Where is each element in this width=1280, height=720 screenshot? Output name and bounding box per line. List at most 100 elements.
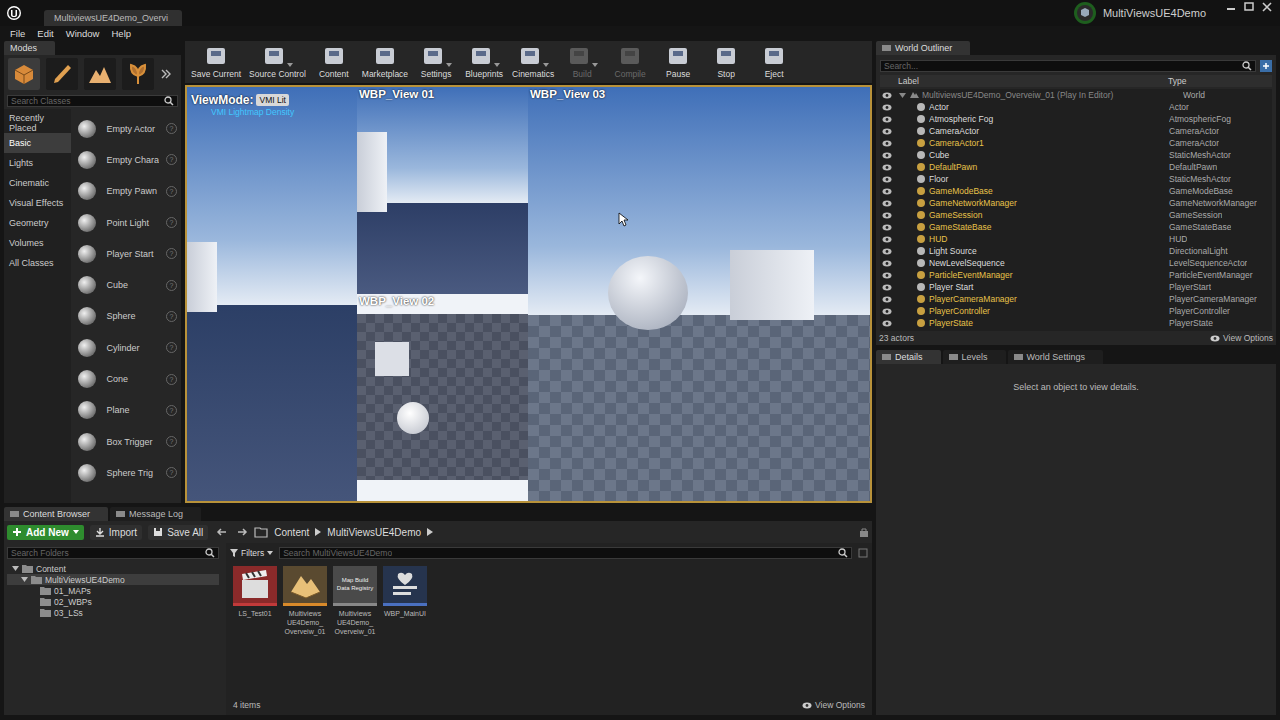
maximize-icon[interactable] xyxy=(1242,2,1256,12)
dropdown-arrow-icon[interactable] xyxy=(543,63,549,67)
save-search-icon[interactable] xyxy=(858,548,868,558)
toolbar-button[interactable]: Settings xyxy=(413,45,459,79)
actor-row[interactable]: CameraActor CameraActor xyxy=(880,125,1272,137)
placeable-item[interactable]: Plane ? xyxy=(71,395,181,426)
visibility-icon[interactable] xyxy=(882,164,892,171)
visibility-icon[interactable] xyxy=(882,128,892,135)
visibility-icon[interactable] xyxy=(882,212,892,219)
folder-search[interactable]: Search Folders xyxy=(7,547,219,559)
expand-arrow-icon[interactable] xyxy=(30,587,37,594)
folder-node[interactable]: 02_WBPs xyxy=(7,596,219,607)
details-tab[interactable]: Levels xyxy=(943,350,1006,364)
actor-row[interactable]: GameSession GameSession xyxy=(880,209,1272,221)
actor-row[interactable]: Floor StaticMeshActor xyxy=(880,173,1272,185)
world-outliner-tab[interactable]: World Outliner xyxy=(876,41,970,55)
actor-row[interactable]: PlayerController PlayerController xyxy=(880,305,1272,317)
category-item[interactable]: Basic xyxy=(4,133,71,153)
placeable-item[interactable]: Empty Pawn ? xyxy=(71,176,181,207)
filters-button[interactable]: Filters xyxy=(230,548,273,558)
category-item[interactable]: Lights xyxy=(4,153,71,173)
details-tab[interactable]: Details xyxy=(876,350,941,364)
foliage-mode-button[interactable] xyxy=(122,58,154,90)
expand-arrow-icon[interactable] xyxy=(21,576,28,583)
help-icon[interactable]: ? xyxy=(166,311,177,322)
actor-row[interactable]: HUD HUD xyxy=(880,233,1272,245)
toolbar-button[interactable]: Compile xyxy=(607,45,653,79)
folder-node[interactable]: 03_LSs xyxy=(7,607,219,618)
save-all-button[interactable]: Save All xyxy=(148,525,208,540)
visibility-icon[interactable] xyxy=(882,284,892,291)
actor-row[interactable]: Actor Actor xyxy=(880,101,1272,113)
visibility-icon[interactable] xyxy=(882,152,892,159)
forward-icon[interactable] xyxy=(236,526,248,538)
actor-row[interactable]: DefaultPawn DefaultPawn xyxy=(880,161,1272,173)
visibility-icon[interactable] xyxy=(882,320,892,327)
toolbar-button[interactable]: Stop xyxy=(703,45,749,79)
outliner-search[interactable]: Search... xyxy=(880,60,1256,72)
expand-arrow-icon[interactable] xyxy=(12,565,19,572)
path-crumb[interactable]: Content xyxy=(274,527,309,538)
asset-tile[interactable]: MultiviewsUE4Demo_Overveiw_01 xyxy=(283,566,327,636)
toolbar-button[interactable]: Pause xyxy=(655,45,701,79)
folder-node[interactable]: Content xyxy=(7,563,219,574)
placeable-item[interactable]: Cone ? xyxy=(71,363,181,394)
actor-row[interactable]: Player Start PlayerStart xyxy=(880,281,1272,293)
viewmode-button[interactable]: VMI Lit xyxy=(256,94,288,106)
placeable-item[interactable]: Empty Actor ? xyxy=(71,113,181,144)
dropdown-arrow-icon[interactable] xyxy=(494,63,500,67)
toolbar-button[interactable]: Content xyxy=(311,45,357,79)
details-tab[interactable]: World Settings xyxy=(1008,350,1103,364)
actor-row[interactable]: NewLevelSequence LevelSequenceActor xyxy=(880,257,1272,269)
view-options-button[interactable]: View Options xyxy=(1210,333,1273,343)
help-icon[interactable]: ? xyxy=(166,123,177,134)
actor-row[interactable]: ParticleEventManager ParticleEventManage… xyxy=(880,269,1272,281)
category-item[interactable]: Recently Placed xyxy=(4,113,71,133)
visibility-icon[interactable] xyxy=(882,92,892,99)
level-tab[interactable]: MultiviewsUE4Demo_Overvi xyxy=(44,10,182,26)
help-icon[interactable]: ? xyxy=(166,217,177,228)
dropdown-arrow-icon[interactable] xyxy=(287,63,293,67)
placeable-item[interactable]: Sphere Trig ? xyxy=(71,457,181,488)
visibility-icon[interactable] xyxy=(882,140,892,147)
asset-tile[interactable]: WBP_MainUI xyxy=(383,566,427,618)
expand-arrow-icon[interactable] xyxy=(30,609,37,616)
help-icon[interactable]: ? xyxy=(166,186,177,197)
visibility-icon[interactable] xyxy=(882,116,892,123)
toolbar-button[interactable]: Save Current xyxy=(188,45,244,79)
toolbar-button[interactable]: Marketplace xyxy=(359,45,411,79)
menu-item[interactable]: Edit xyxy=(31,28,59,39)
viewport[interactable]: WBP_View 01 WBP_View 02 WBP_View 03 View… xyxy=(185,85,872,503)
toolbar-button[interactable]: Cinematics xyxy=(509,45,557,79)
actor-row[interactable]: Cube StaticMeshActor xyxy=(880,149,1272,161)
view-options-button[interactable]: View Options xyxy=(802,700,865,710)
placeable-item[interactable]: Cylinder ? xyxy=(71,332,181,363)
paint-mode-button[interactable] xyxy=(46,58,78,90)
asset-tile[interactable]: LS_Test01 xyxy=(233,566,277,618)
toolbar-button[interactable]: Blueprints xyxy=(461,45,507,79)
folder-node[interactable]: MultiViewsUE4Demo xyxy=(7,574,219,585)
chevron-icon[interactable] xyxy=(427,528,433,536)
toolbar-button[interactable]: Source Control xyxy=(246,45,309,79)
toolbar-button[interactable]: Build xyxy=(559,45,605,79)
visibility-icon[interactable] xyxy=(882,104,892,111)
chevron-icon[interactable] xyxy=(315,528,321,536)
import-button[interactable]: Import xyxy=(90,525,142,540)
actor-row[interactable]: Atmospheric Fog AtmosphericFog xyxy=(880,113,1272,125)
visibility-icon[interactable] xyxy=(882,188,892,195)
help-icon[interactable]: ? xyxy=(166,405,177,416)
class-search[interactable]: Search Classes xyxy=(7,95,178,107)
path-crumb[interactable]: MultiViewsUE4Demo xyxy=(327,527,421,538)
new-folder-icon[interactable] xyxy=(1260,60,1272,72)
place-mode-button[interactable] xyxy=(8,58,40,90)
dropdown-arrow-icon[interactable] xyxy=(446,63,452,67)
lock-icon[interactable] xyxy=(859,527,869,537)
help-icon[interactable]: ? xyxy=(166,436,177,447)
close-icon[interactable] xyxy=(1260,2,1274,12)
visibility-icon[interactable] xyxy=(882,176,892,183)
category-item[interactable]: Geometry xyxy=(4,213,71,233)
asset-tile[interactable]: Map Build Data Registry MultiviewsUE4Dem… xyxy=(333,566,377,636)
visibility-icon[interactable] xyxy=(882,296,892,303)
placeable-item[interactable]: Empty Chara ? xyxy=(71,144,181,175)
menu-item[interactable]: File xyxy=(4,28,31,39)
actor-row[interactable]: CameraActor1 CameraActor xyxy=(880,137,1272,149)
